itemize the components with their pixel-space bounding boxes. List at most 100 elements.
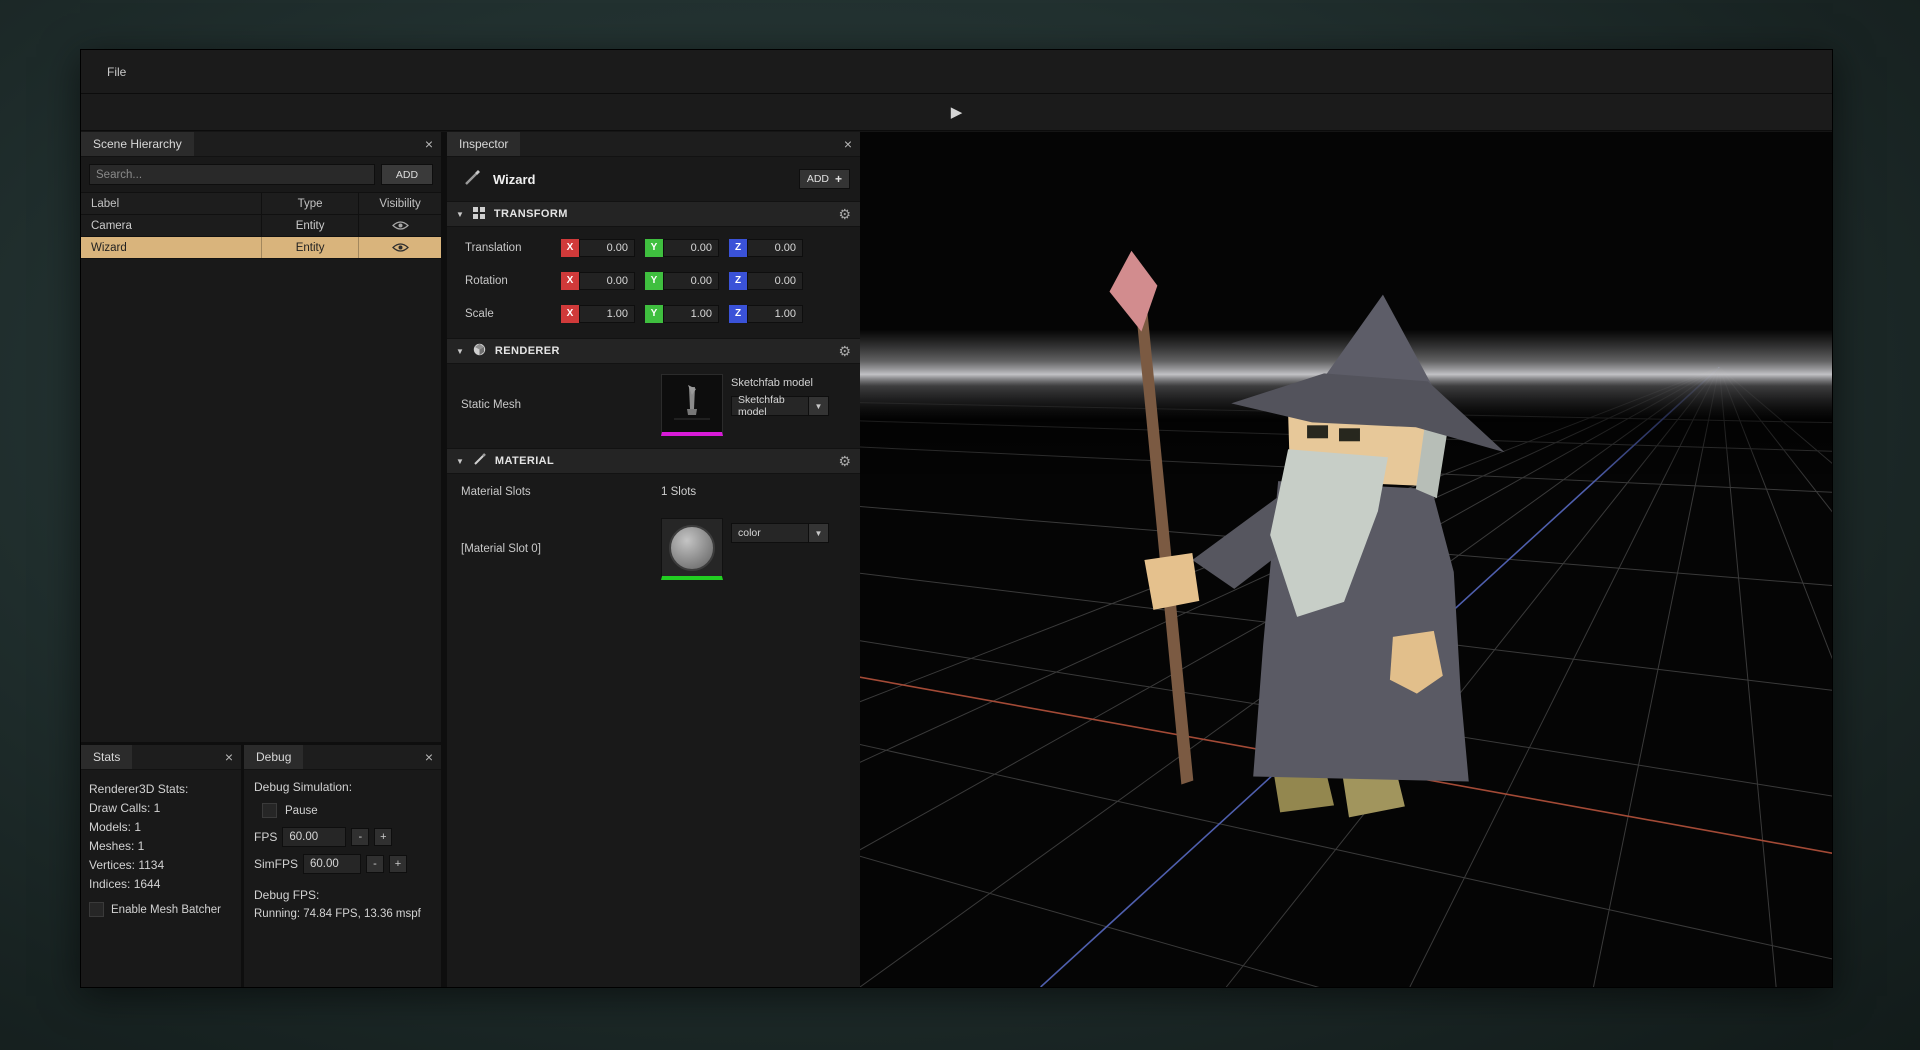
wizard-model — [860, 132, 1832, 987]
mesh-combo-field[interactable]: Sketchfab model — [731, 396, 809, 416]
stats-line: Indices: 1644 — [89, 875, 233, 894]
material-slots-value: 1 Slots — [661, 486, 696, 498]
add-entity-button[interactable]: ADD — [381, 164, 433, 185]
material-section-header[interactable]: ▼ MATERIAL ⚙ — [447, 448, 860, 474]
entity-type: Entity — [261, 237, 358, 258]
editor-window: File ▶ Scene Hierarchy × ADD Label Type … — [80, 49, 1833, 988]
table-row-wizard[interactable]: Wizard Entity — [81, 237, 441, 259]
translation-x-field[interactable]: 0.00 — [579, 239, 635, 257]
chevron-down-icon[interactable]: ▼ — [809, 396, 829, 416]
close-icon[interactable]: × — [836, 132, 860, 156]
debug-panel: Debug × Debug Simulation: Pause FPS - + … — [244, 745, 441, 987]
play-button[interactable]: ▶ — [943, 103, 971, 122]
renderer-section-header[interactable]: ▼ RENDERER ⚙ — [447, 338, 860, 364]
add-component-button[interactable]: ADD + — [799, 169, 850, 189]
tab-stats[interactable]: Stats — [81, 745, 132, 769]
mesh-thumbnail[interactable] — [661, 374, 723, 436]
tab-inspector[interactable]: Inspector — [447, 132, 520, 156]
stats-line: Vertices: 1134 — [89, 856, 233, 875]
material-thumbnail[interactable] — [661, 518, 723, 580]
pause-checkbox[interactable] — [262, 803, 277, 818]
entity-type: Entity — [261, 215, 358, 236]
scene-hierarchy-body: ADD Label Type Visibility Camera Entity … — [81, 157, 441, 742]
debug-fps-title: Debug FPS: — [254, 886, 431, 905]
search-input[interactable] — [89, 164, 375, 185]
chevron-down-icon[interactable]: ▼ — [456, 210, 464, 219]
renderer-sphere-icon — [473, 343, 486, 359]
rotation-z-field[interactable]: 0.00 — [747, 272, 803, 290]
gear-icon[interactable]: ⚙ — [838, 344, 851, 358]
column-header-visibility[interactable]: Visibility — [358, 193, 441, 214]
visibility-eye-icon[interactable] — [358, 215, 441, 236]
axis-x-badge[interactable]: X — [561, 305, 579, 323]
translation-y-field[interactable]: 0.00 — [663, 239, 719, 257]
fps-decrement-button[interactable]: - — [351, 828, 369, 846]
stats-panel: Stats × Renderer3D Stats: Draw Calls: 1 … — [81, 745, 241, 987]
stats-line: Meshes: 1 — [89, 837, 233, 856]
close-icon[interactable]: × — [417, 745, 441, 769]
tab-scene-hierarchy[interactable]: Scene Hierarchy — [81, 132, 194, 156]
axis-z-badge[interactable]: Z — [729, 272, 747, 290]
translation-row: Translation X0.00 Y0.00 Z0.00 — [447, 231, 860, 264]
simfps-increment-button[interactable]: + — [389, 855, 407, 873]
transform-section-header[interactable]: ▼ TRANSFORM ⚙ — [447, 201, 860, 227]
rotation-row: Rotation X0.00 Y0.00 Z0.00 — [447, 264, 860, 297]
inspector-panel: Inspector × Wizard ADD + ▼ — [447, 132, 860, 987]
3d-viewport[interactable] — [860, 132, 1832, 987]
plus-icon: + — [835, 172, 842, 186]
scale-y-field[interactable]: 1.00 — [663, 305, 719, 323]
translation-label: Translation — [465, 242, 561, 254]
stats-body: Renderer3D Stats: Draw Calls: 1 Models: … — [81, 770, 241, 987]
mesh-asset-name: Sketchfab model — [731, 377, 829, 389]
chevron-down-icon[interactable]: ▼ — [809, 523, 829, 543]
visibility-eye-icon[interactable] — [358, 237, 441, 258]
material-combo-field[interactable]: color — [731, 523, 809, 543]
rotation-y-field[interactable]: 0.00 — [663, 272, 719, 290]
gear-icon[interactable]: ⚙ — [838, 207, 851, 221]
chevron-down-icon[interactable]: ▼ — [456, 457, 464, 466]
simfps-decrement-button[interactable]: - — [366, 855, 384, 873]
wizard-staff-crystal — [1109, 251, 1157, 332]
fps-input[interactable] — [282, 827, 346, 847]
axis-y-badge[interactable]: Y — [645, 305, 663, 323]
hierarchy-table-header: Label Type Visibility — [81, 192, 441, 215]
rotation-label: Rotation — [465, 275, 561, 287]
axis-z-badge[interactable]: Z — [729, 305, 747, 323]
menu-file[interactable]: File — [99, 61, 134, 83]
close-icon[interactable]: × — [217, 745, 241, 769]
axis-y-badge[interactable]: Y — [645, 239, 663, 257]
gear-icon[interactable]: ⚙ — [838, 454, 851, 468]
close-icon[interactable]: × — [417, 132, 441, 156]
axis-y-badge[interactable]: Y — [645, 272, 663, 290]
table-row-camera[interactable]: Camera Entity — [81, 215, 441, 237]
axis-x-badge[interactable]: X — [561, 272, 579, 290]
translation-z-field[interactable]: 0.00 — [747, 239, 803, 257]
tab-debug[interactable]: Debug — [244, 745, 303, 769]
static-mesh-label: Static Mesh — [461, 399, 661, 411]
material-slot-label: [Material Slot 0] — [461, 543, 661, 555]
scale-z-field[interactable]: 1.00 — [747, 305, 803, 323]
simfps-input[interactable] — [303, 854, 361, 874]
scale-label: Scale — [465, 308, 561, 320]
axis-x-badge[interactable]: X — [561, 239, 579, 257]
scale-x-field[interactable]: 1.00 — [579, 305, 635, 323]
material-slots-row: Material Slots 1 Slots — [447, 478, 860, 506]
mesh-batcher-label: Enable Mesh Batcher — [111, 904, 221, 916]
column-header-type[interactable]: Type — [261, 193, 358, 214]
pause-row: Pause — [262, 803, 431, 818]
fps-increment-button[interactable]: + — [374, 828, 392, 846]
pause-label: Pause — [285, 805, 318, 817]
material-combo: color ▼ — [731, 523, 829, 543]
entity-label: Camera — [81, 215, 261, 236]
axis-z-badge[interactable]: Z — [729, 239, 747, 257]
scene-hierarchy-tabbar: Scene Hierarchy × — [81, 132, 441, 157]
entity-label: Wizard — [81, 237, 261, 258]
column-header-label[interactable]: Label — [81, 193, 261, 214]
chevron-down-icon[interactable]: ▼ — [456, 347, 464, 356]
wizard-left-eye — [1307, 425, 1328, 438]
fps-label: FPS — [254, 830, 277, 844]
brush-icon — [473, 453, 486, 469]
mesh-batcher-checkbox[interactable] — [89, 902, 104, 917]
rotation-x-field[interactable]: 0.00 — [579, 272, 635, 290]
hierarchy-search-row: ADD — [81, 157, 441, 192]
